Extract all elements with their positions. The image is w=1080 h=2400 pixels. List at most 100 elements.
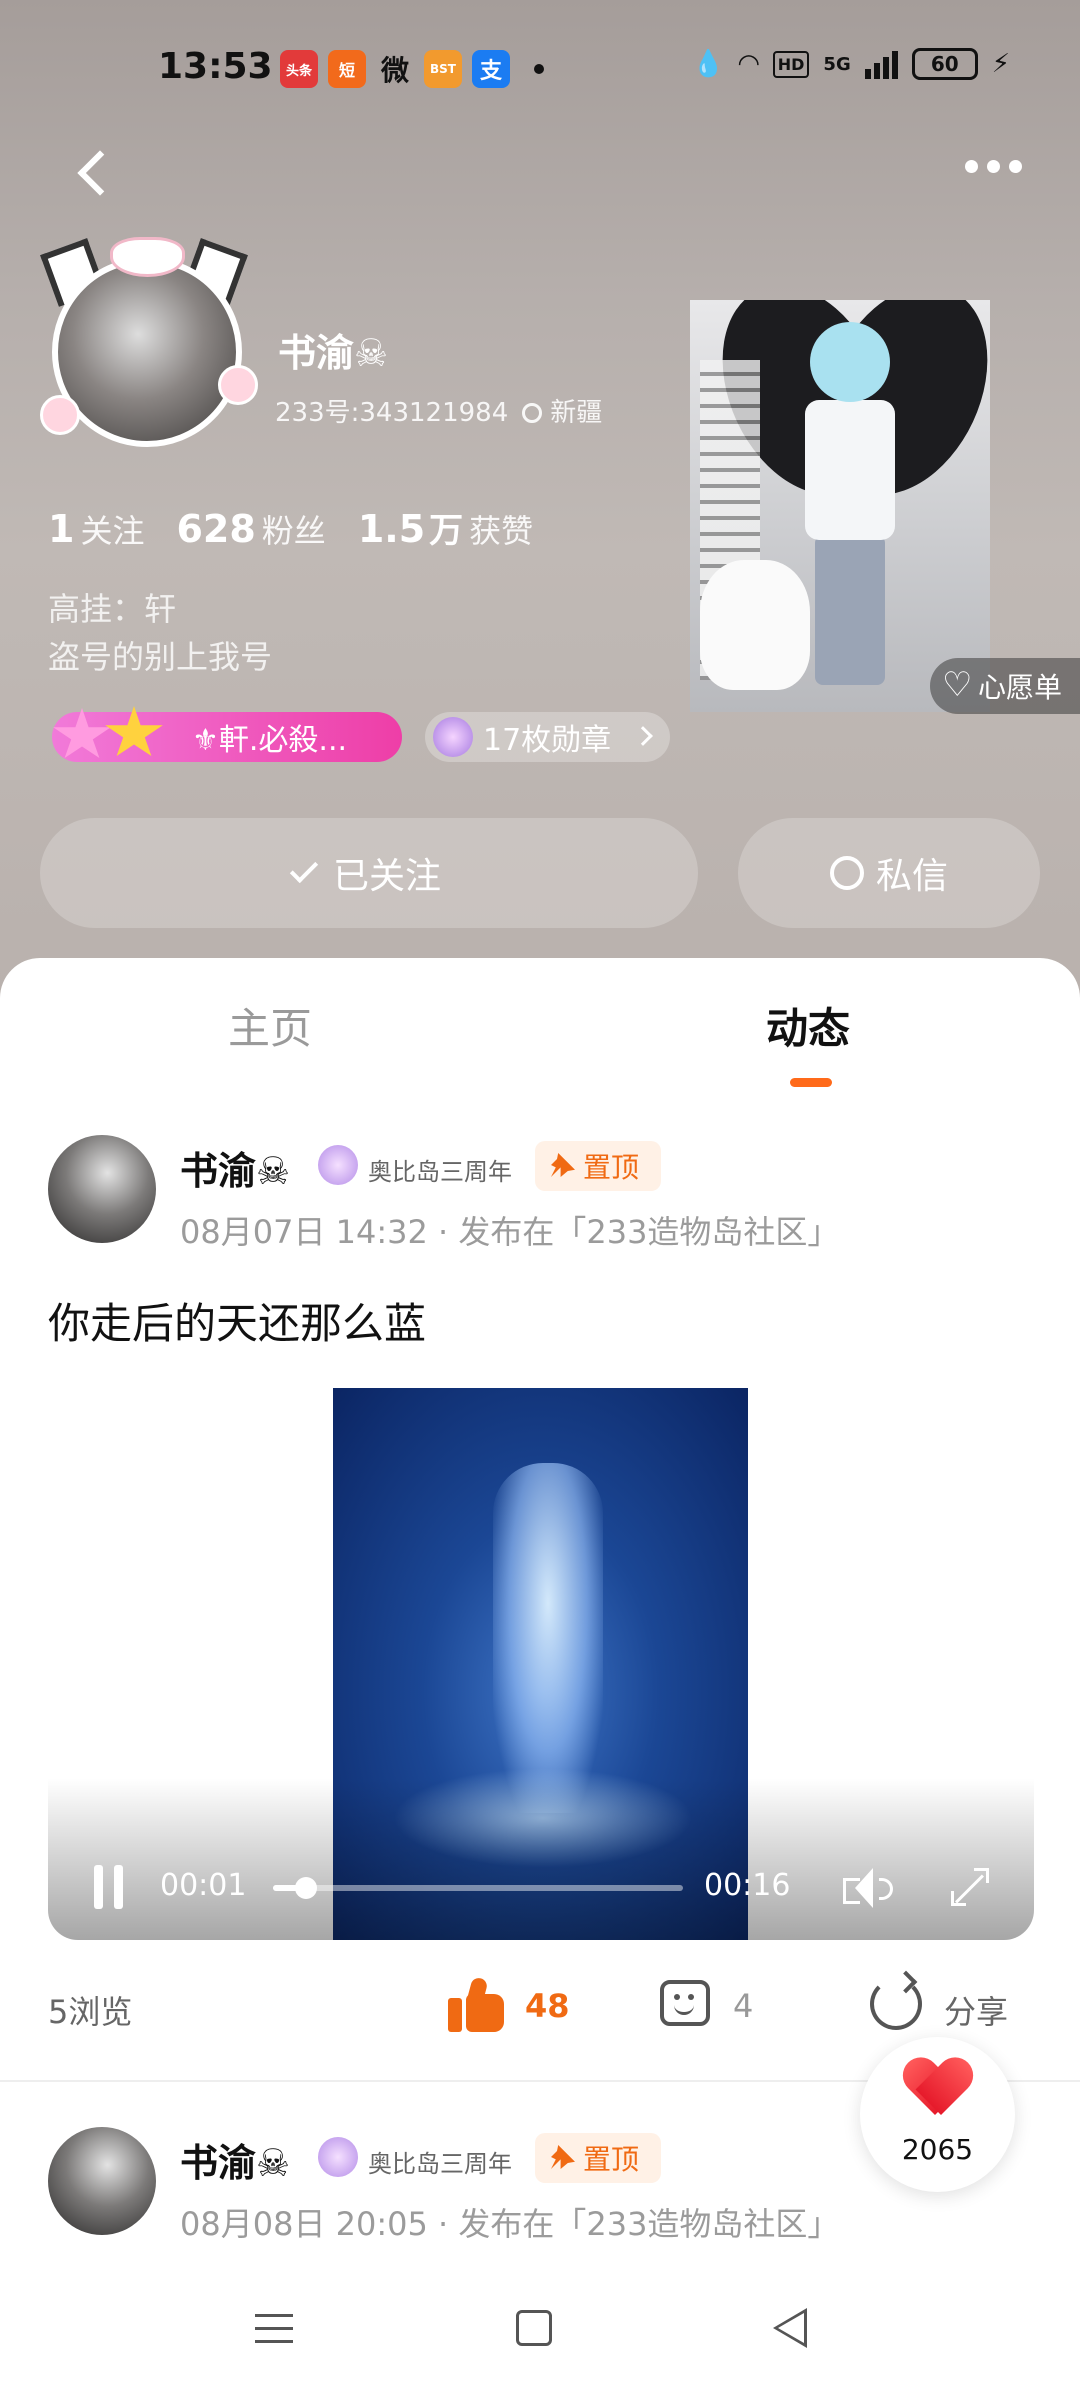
avatar-character-image[interactable] <box>690 300 990 712</box>
signal-icon <box>864 49 898 79</box>
tab-feed[interactable]: 动态 <box>766 995 850 1056</box>
avatar[interactable] <box>40 237 258 460</box>
volume-icon[interactable] <box>843 1866 893 1910</box>
video-player[interactable]: 00:01 00:16 <box>48 1388 1034 1940</box>
pause-icon[interactable] <box>94 1865 124 1909</box>
notification-icons: 头条 短 微 BST 支 <box>280 50 552 88</box>
bow-decoration-icon <box>110 237 185 277</box>
post-author-avatar[interactable] <box>48 1135 156 1243</box>
wifi-icon: ◠ <box>738 49 759 79</box>
post-meta: 08月08日 20:05 · 发布在「233造物岛社区」 <box>180 2205 840 2243</box>
chevron-right-icon <box>633 726 653 746</box>
system-navigation-bar <box>0 2290 1080 2380</box>
toutiao-app-icon: 头条 <box>280 50 318 88</box>
wechat-icon: 微 <box>380 54 409 87</box>
medal-icon <box>433 717 473 757</box>
location-icon <box>522 403 543 423</box>
profile-location: 新疆 <box>550 398 603 428</box>
avatar-image <box>52 257 242 447</box>
wishlist-button[interactable]: 心愿单 <box>930 658 1080 714</box>
chat-bubble-icon <box>829 856 864 890</box>
profile-id-location: 233号:343121984 新疆 <box>275 392 602 429</box>
video-progress-knob[interactable] <box>295 1877 317 1899</box>
video-app-icon: 短 <box>328 50 366 88</box>
likes-label: 获赞 <box>469 512 534 550</box>
medals-button[interactable]: 17枚勋章 <box>425 712 670 762</box>
video-current-time: 00:01 <box>160 1868 247 1903</box>
following-count[interactable]: 1 <box>48 507 74 551</box>
recent-apps-icon[interactable] <box>255 2312 293 2346</box>
character-head <box>810 322 890 402</box>
favorite-count: 2065 <box>901 2133 974 2166</box>
paw-right-icon <box>218 365 258 405</box>
status-bar: 13:53 头条 短 微 BST 支 💧 ◠ HD 5G 60 ⚡ <box>0 40 1080 100</box>
bst-app-icon: BST <box>424 50 462 88</box>
heart-outline-icon <box>942 665 972 705</box>
comment-icon[interactable] <box>660 1980 710 2026</box>
following-label[interactable]: 关注 <box>80 506 144 552</box>
video-controls-shade <box>48 1778 1034 1940</box>
more-options-button[interactable] <box>965 160 1022 173</box>
video-progress-bar[interactable] <box>273 1877 683 1899</box>
tab-home[interactable]: 主页 <box>228 995 312 1056</box>
message-button[interactable]: 私信 <box>738 818 1040 928</box>
profile-bio: 高挂：轩 盗号的别上我号 <box>48 585 272 681</box>
anniversary-badge-icon <box>318 1145 358 1185</box>
alipay-icon: 支 <box>472 50 510 88</box>
paw-left-icon <box>40 395 80 435</box>
anniversary-badge-text: 奥比岛三周年 <box>368 1158 512 1186</box>
followed-label: 已关注 <box>332 856 441 897</box>
character-legs <box>815 535 885 685</box>
comment-count[interactable]: 4 <box>733 1987 753 2025</box>
likes-unit: 万 <box>429 511 464 551</box>
wishlist-label: 心愿单 <box>978 671 1063 704</box>
heart-icon <box>905 2059 971 2119</box>
followers-count[interactable]: 628 <box>176 507 255 551</box>
profile-stats: 1 关注 628 粉丝 1.5 万 获赞 <box>48 503 565 552</box>
home-square-icon[interactable] <box>516 2310 552 2346</box>
post-author-avatar[interactable] <box>48 2127 156 2235</box>
view-count: 5浏览 <box>48 1993 133 2031</box>
followers-label[interactable]: 粉丝 <box>262 506 326 552</box>
message-label: 私信 <box>875 856 948 897</box>
pinned-label: 置顶 <box>583 2143 640 2176</box>
share-label[interactable]: 分享 <box>944 1987 1008 2033</box>
water-drop-icon: 💧 <box>692 49 725 79</box>
share-icon[interactable] <box>870 1978 922 2030</box>
post-author-name[interactable]: 书渝☠ <box>180 1140 290 1195</box>
back-triangle-icon[interactable] <box>773 2308 807 2348</box>
white-cat-pet <box>700 560 810 690</box>
fullscreen-icon[interactable] <box>951 1868 989 1906</box>
like-count[interactable]: 48 <box>525 1987 570 2025</box>
system-icons: 💧 ◠ HD 5G 60 ⚡ <box>692 48 1010 80</box>
video-total-time: 00:16 <box>704 1868 791 1903</box>
title-badge-text: ⚜軒.必殺... <box>192 723 348 758</box>
battery-level: 60 <box>930 52 959 76</box>
more-notifications-dot-icon <box>534 64 544 74</box>
status-time: 13:53 <box>158 46 273 87</box>
stars-icon <box>52 702 172 770</box>
charging-icon: ⚡ <box>991 49 1010 79</box>
hd-icon: HD <box>772 50 810 78</box>
title-badge[interactable]: ⚜軒.必殺... <box>52 706 402 762</box>
pinned-badge: 置顶 <box>535 2133 661 2183</box>
anniversary-badge-text: 奥比岛三周年 <box>368 2150 512 2178</box>
back-button[interactable] <box>70 145 120 205</box>
followed-button[interactable]: 已关注 <box>40 818 698 928</box>
post-meta: 08月07日 14:32 · 发布在「233造物岛社区」 <box>180 1213 840 1251</box>
glowing-figure <box>493 1463 603 1813</box>
profile-id[interactable]: 233号:343121984 <box>275 398 508 428</box>
pin-icon <box>551 1153 575 1177</box>
check-icon <box>289 854 319 884</box>
bio-line: 高挂：轩 <box>48 590 177 628</box>
bio-line: 盗号的别上我号 <box>48 638 273 676</box>
tab-indicator <box>790 1078 832 1087</box>
floating-favorite-button[interactable]: 2065 <box>860 2037 1015 2192</box>
network-type-label: 5G <box>823 53 851 75</box>
medals-label: 17枚勋章 <box>483 723 612 758</box>
pin-icon <box>551 2145 575 2169</box>
pinned-badge: 置顶 <box>535 1141 661 1191</box>
character-body <box>805 400 895 540</box>
thumbs-up-icon[interactable] <box>448 1976 504 2032</box>
post-author-name[interactable]: 书渝☠ <box>180 2132 290 2187</box>
